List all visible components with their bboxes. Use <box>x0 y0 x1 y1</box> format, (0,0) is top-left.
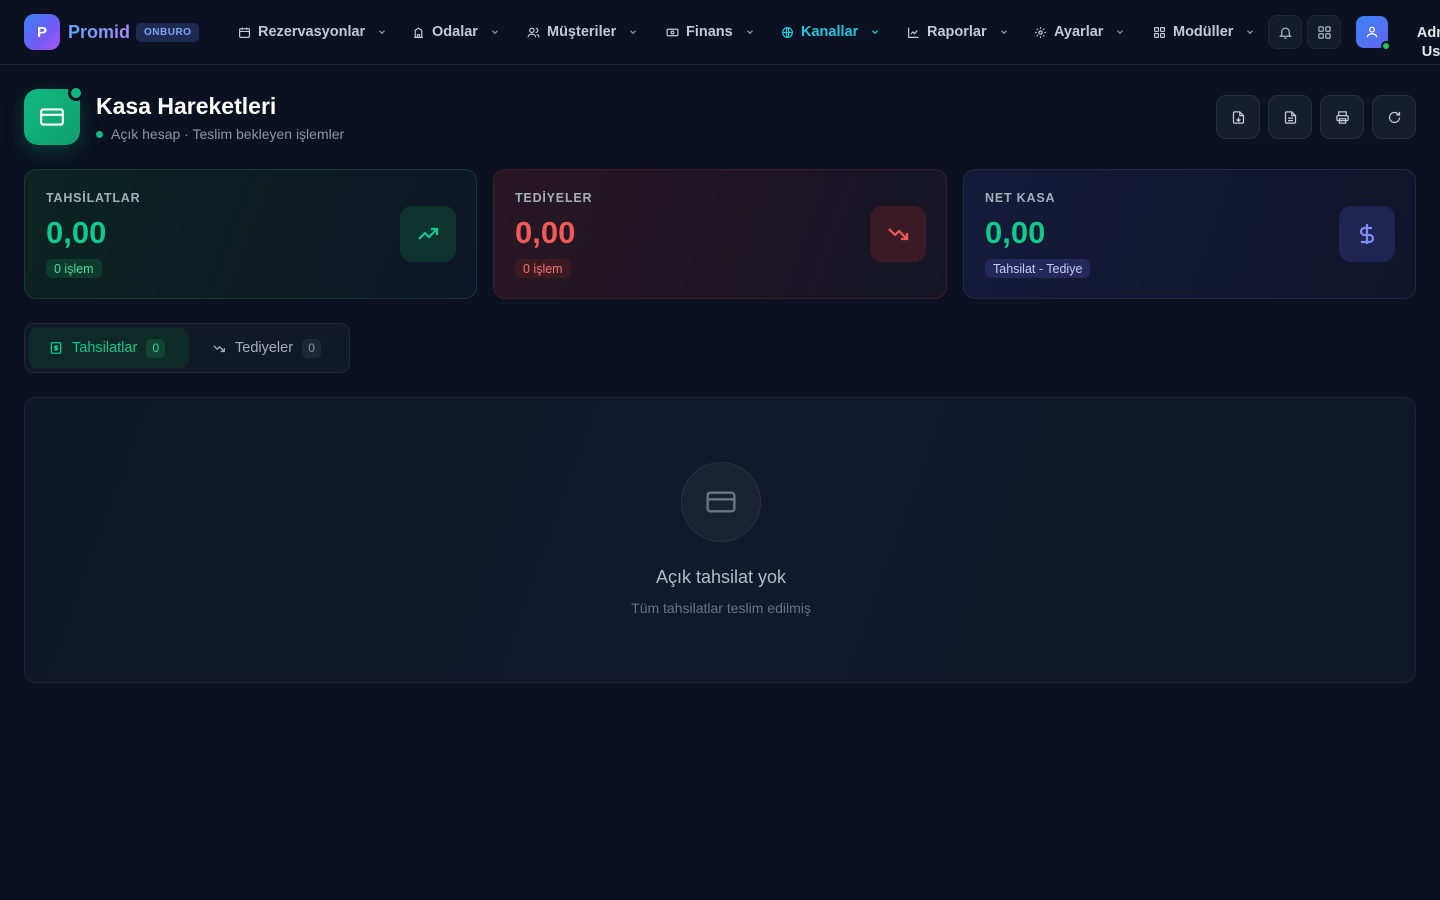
chevron-down-icon <box>1000 30 1007 35</box>
grid-icon <box>1317 25 1331 39</box>
live-indicator <box>68 85 84 101</box>
card-icon <box>400 206 456 262</box>
avatar[interactable] <box>1356 16 1391 51</box>
nav-item-kanallar[interactable]: Kanallar <box>781 20 880 44</box>
tab-count-badge: 0 <box>302 338 322 358</box>
user-menu[interactable]: Admin User <box>1396 10 1440 56</box>
building-icon <box>414 26 423 38</box>
nav-label: Modüller <box>1173 24 1234 40</box>
transaction-count-badge: 0 işlem <box>515 259 571 278</box>
chevron-down-icon <box>1247 30 1254 35</box>
dollar-icon <box>1359 224 1375 244</box>
user-role: User <box>1421 44 1440 56</box>
status-dot <box>96 130 103 138</box>
formula-badge: Tahsilat - Tediye <box>985 259 1091 278</box>
notifications-button[interactable] <box>1268 15 1302 49</box>
chevron-down-icon <box>746 30 753 35</box>
nav-label: Rezervasyonlar <box>258 24 366 40</box>
globe-icon <box>782 26 793 38</box>
nav-item-moduller[interactable]: Modüller <box>1153 20 1255 44</box>
app-logo[interactable]: P <box>24 14 60 50</box>
refresh-icon <box>1388 111 1400 123</box>
calendar-icon <box>239 27 250 38</box>
file-text-icon <box>1284 110 1296 124</box>
refresh-button[interactable] <box>1372 95 1416 139</box>
report-button[interactable] <box>1268 95 1312 139</box>
tab-label: Tahsilatlar <box>72 340 138 356</box>
page-title: Kasa Hareketleri <box>96 93 277 119</box>
nav-label: Odalar <box>432 24 478 40</box>
payments-card: TEDİYELER 0,00 0 işlem <box>493 169 947 299</box>
chart-icon <box>908 27 919 38</box>
page-subtitle: Açık hesap · Teslim bekleyen işlemler <box>96 125 344 143</box>
nav-item-ayarlar[interactable]: Ayarlar <box>1034 20 1125 44</box>
tab-bar: Tahsilatlar 0 Tediyeler 0 <box>24 323 350 373</box>
card-label: TAHSİLATLAR <box>46 191 141 205</box>
credit-card-icon <box>40 108 64 126</box>
user-name: Admin <box>1416 25 1440 41</box>
export-file-button[interactable] <box>1216 95 1260 139</box>
online-status-dot <box>1381 41 1391 51</box>
chevron-down-icon <box>491 30 498 35</box>
trending-up-icon <box>418 227 439 240</box>
grid-icon <box>1154 26 1165 38</box>
gear-icon <box>1035 26 1046 38</box>
printer-icon <box>1335 110 1349 124</box>
trending-down-icon <box>888 228 909 241</box>
users-icon <box>527 27 540 37</box>
card-value: 0,00 <box>985 215 1046 250</box>
trending-down-icon <box>213 345 225 353</box>
empty-state-icon <box>681 462 761 542</box>
card-value: 0,00 <box>46 215 107 250</box>
tab-label: Tediyeler <box>235 340 294 356</box>
user-icon <box>1366 26 1378 38</box>
chevron-down-icon <box>630 30 637 35</box>
transactions-panel: Açık tahsilat yok Tüm tahsilatlar teslim… <box>24 397 1416 683</box>
apps-button[interactable] <box>1307 15 1341 49</box>
chevron-down-icon <box>1117 30 1124 35</box>
logo-letter: P <box>36 23 47 41</box>
nav-item-finans[interactable]: Finans <box>666 20 755 44</box>
card-label: NET KASA <box>985 191 1056 205</box>
credit-card-icon <box>706 491 736 513</box>
nav-label: Kanallar <box>801 24 859 40</box>
card-label: TEDİYELER <box>515 191 593 205</box>
top-navbar: P Promid ONBURO Rezervasyonlar Odalar Mü… <box>0 0 1440 65</box>
receipt-icon <box>50 342 62 354</box>
nav-item-musteriler[interactable]: Müşteriler <box>527 20 638 44</box>
nav-label: Finans <box>686 24 733 40</box>
app-name[interactable]: Promid <box>68 20 130 44</box>
nav-item-odalar[interactable]: Odalar <box>412 20 500 44</box>
nav-label: Raporlar <box>927 24 987 40</box>
tab-tahsilatlar[interactable]: Tahsilatlar 0 <box>29 328 189 368</box>
card-icon <box>870 206 926 262</box>
nav-label: Ayarlar <box>1054 24 1104 40</box>
bell-icon <box>1278 27 1292 39</box>
nav-item-raporlar[interactable]: Raporlar <box>907 20 1009 44</box>
empty-state-text: Tüm tahsilatlar teslim edilmiş <box>631 600 811 616</box>
chevron-down-icon <box>379 30 386 35</box>
print-button[interactable] <box>1320 95 1364 139</box>
tab-count-badge: 0 <box>146 338 166 358</box>
banknote-icon <box>666 28 679 36</box>
app-badge: ONBURO <box>136 23 200 42</box>
card-value: 0,00 <box>515 215 576 250</box>
transaction-count-badge: 0 işlem <box>46 259 102 278</box>
card-icon <box>1339 206 1395 262</box>
net-cash-card: NET KASA 0,00 Tahsilat - Tediye <box>963 169 1416 299</box>
nav-item-rezervasyonlar[interactable]: Rezervasyonlar <box>238 20 387 44</box>
collections-card: TAHSİLATLAR 0,00 0 işlem <box>24 169 477 299</box>
page-subtitle-text: Açık hesap · Teslim bekleyen işlemler <box>111 126 345 142</box>
page-icon <box>24 85 84 145</box>
tab-tediyeler[interactable]: Tediyeler 0 <box>193 328 343 368</box>
nav-label: Müşteriler <box>547 24 617 40</box>
empty-state-title: Açık tahsilat yok <box>655 567 787 587</box>
chevron-down-icon <box>872 30 879 35</box>
file-download-icon <box>1232 110 1244 124</box>
